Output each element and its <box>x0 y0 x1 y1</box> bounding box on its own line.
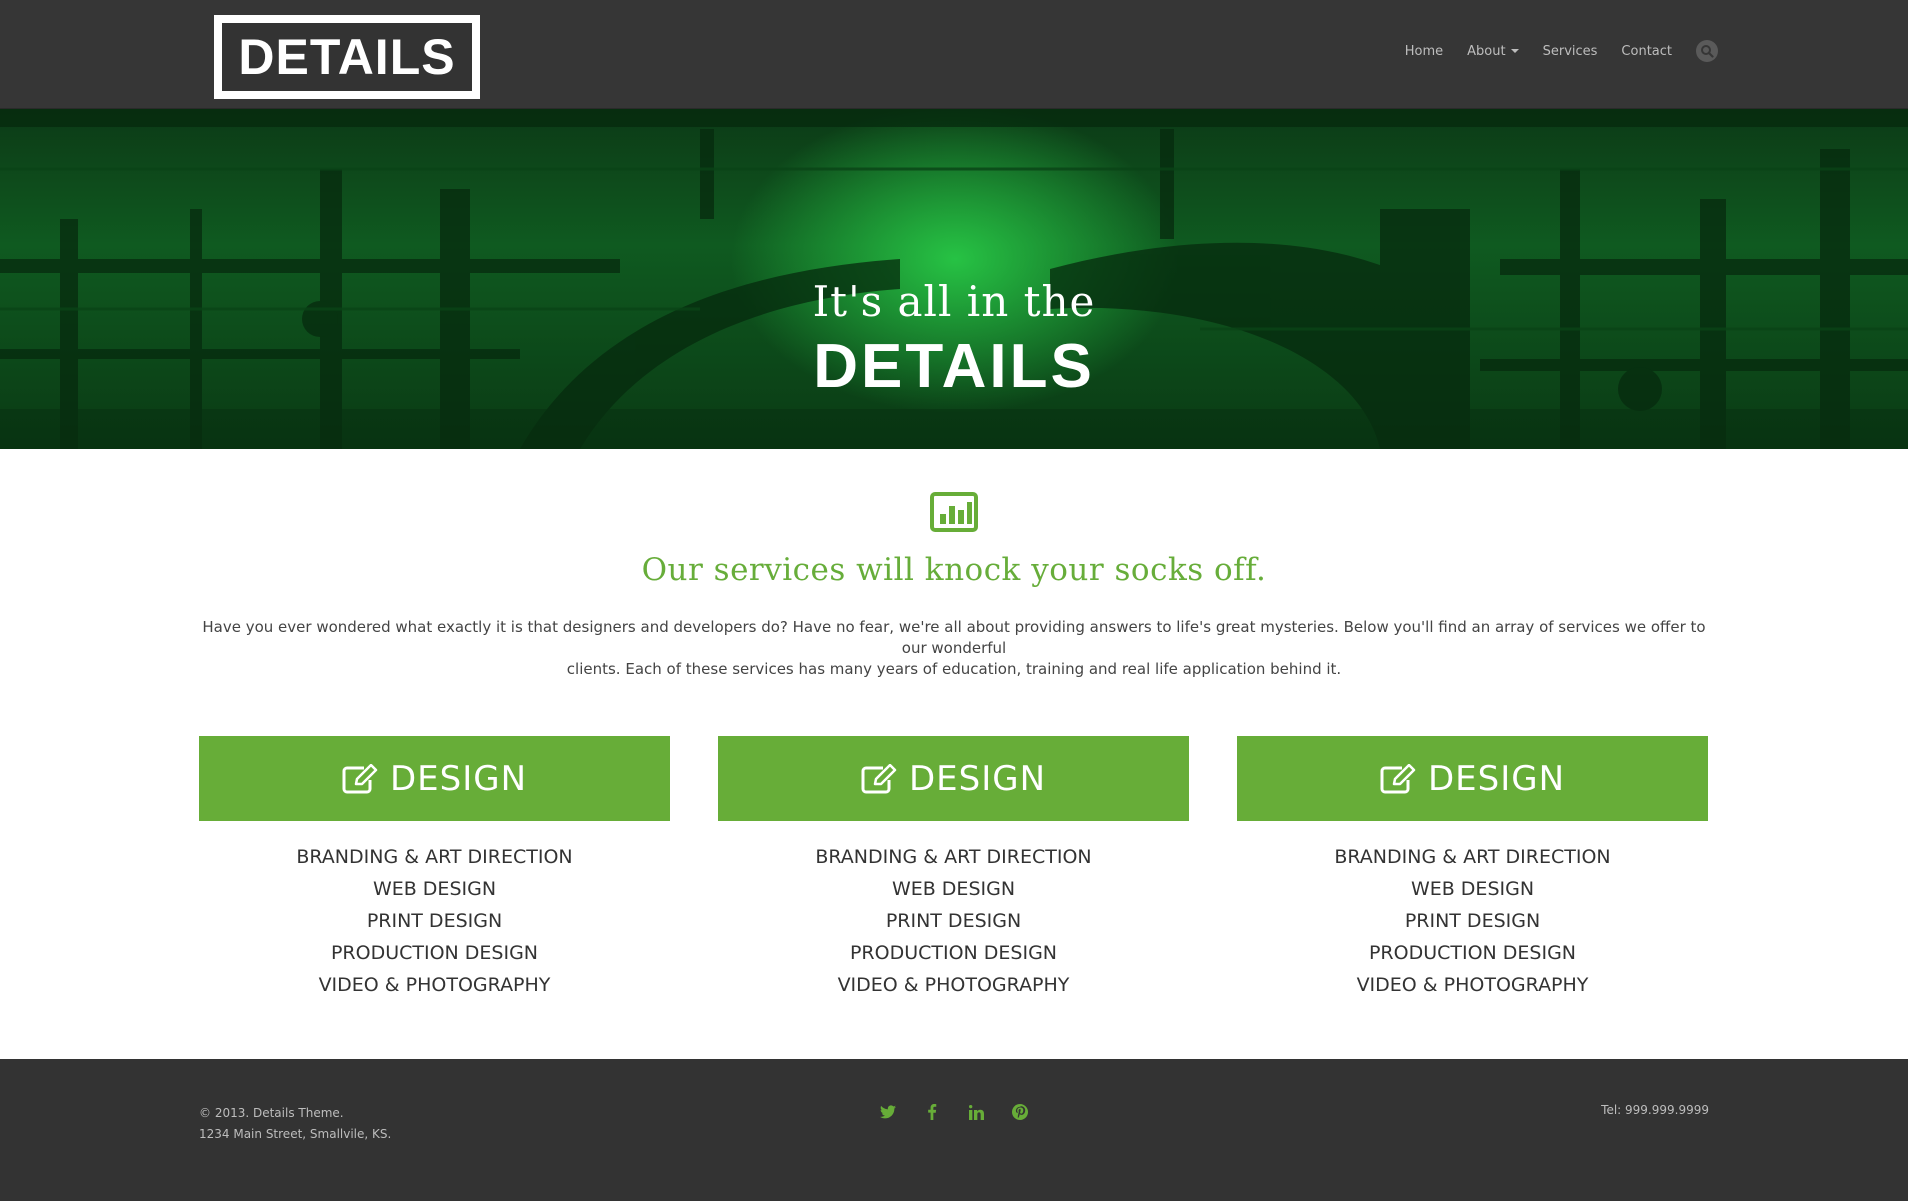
list-item: WEB DESIGN <box>372 878 497 900</box>
bar-chart-icon <box>930 492 978 532</box>
service-list-3: BRANDING & ART DIRECTION WEB DESIGN PRIN… <box>1237 841 1708 1001</box>
edit-icon <box>861 763 897 793</box>
services-section: Our services will knock your socks off. … <box>0 449 1908 1059</box>
nav-about[interactable]: About <box>1467 43 1519 59</box>
list-item: VIDEO & PHOTOGRAPHY <box>318 974 551 996</box>
navbar: DETAILS Home About Services Contact <box>0 0 1908 109</box>
site-footer: © 2013. Details Theme. 1234 Main Street,… <box>0 1059 1908 1201</box>
list-item: BRANDING & ART DIRECTION <box>1334 846 1611 868</box>
footer-address: 1234 Main Street, Smallvile, KS. <box>199 1127 392 1141</box>
list-item: BRANDING & ART DIRECTION <box>815 846 1092 868</box>
service-header-2[interactable]: DESIGN <box>718 736 1189 821</box>
main-nav: Home About Services Contact <box>1405 40 1718 62</box>
service-list-2: BRANDING & ART DIRECTION WEB DESIGN PRIN… <box>718 841 1189 1001</box>
footer-phone: Tel: 999.999.9999 <box>1601 1103 1709 1117</box>
nav-home[interactable]: Home <box>1405 44 1443 59</box>
twitter-icon <box>880 1105 896 1119</box>
services-heading: Our services will knock your socks off. <box>641 552 1267 588</box>
service-title-2: DESIGN <box>908 758 1047 799</box>
nav-about-label: About <box>1467 43 1506 59</box>
service-title-1: DESIGN <box>389 758 528 799</box>
list-item: PRINT DESIGN <box>1404 910 1541 932</box>
nav-home-label: Home <box>1404 43 1444 59</box>
service-column-3: DESIGN BRANDING & ART DIRECTION WEB DESI… <box>1237 736 1708 1001</box>
search-button[interactable] <box>1696 40 1718 62</box>
hero-title: DETAILS <box>813 332 1095 401</box>
service-list-1: BRANDING & ART DIRECTION WEB DESIGN PRIN… <box>199 841 670 1001</box>
service-header-3[interactable]: DESIGN <box>1237 736 1708 821</box>
edit-icon <box>1380 763 1416 793</box>
service-title-3: DESIGN <box>1427 758 1566 799</box>
list-item: PRODUCTION DESIGN <box>330 942 539 964</box>
service-column-1: DESIGN BRANDING & ART DIRECTION WEB DESI… <box>199 736 670 1001</box>
hero-banner: It's all in the DETAILS <box>0 109 1908 449</box>
linkedin-icon <box>968 1104 984 1120</box>
nav-services[interactable]: Services <box>1543 44 1598 59</box>
intro-line-1: Have you ever wondered what exactly it i… <box>202 618 1706 657</box>
facebook-icon <box>928 1104 937 1120</box>
list-item: WEB DESIGN <box>891 878 1016 900</box>
list-item: PRINT DESIGN <box>885 910 1022 932</box>
nav-contact[interactable]: Contact <box>1621 44 1672 59</box>
service-column-2: DESIGN BRANDING & ART DIRECTION WEB DESI… <box>718 736 1189 1001</box>
list-item: BRANDING & ART DIRECTION <box>296 846 573 868</box>
search-icon <box>1701 45 1714 58</box>
footer-info: © 2013. Details Theme. 1234 Main Street,… <box>199 1103 391 1145</box>
logo-inner: DETAILS <box>222 23 472 91</box>
hero-tagline: It's all in the <box>812 277 1096 326</box>
logo-text: DETAILS <box>238 29 456 85</box>
footer-copyright: © 2013. Details Theme. <box>199 1106 344 1120</box>
intro-line-2: clients. Each of these services has many… <box>566 660 1342 678</box>
nav-services-label: Services <box>1542 43 1598 59</box>
list-item: PRINT DESIGN <box>366 910 503 932</box>
twitter-link[interactable] <box>878 1102 898 1122</box>
list-item: PRODUCTION DESIGN <box>849 942 1058 964</box>
linkedin-link[interactable] <box>966 1102 986 1122</box>
social-links <box>878 1102 1030 1122</box>
list-item: WEB DESIGN <box>1410 878 1535 900</box>
list-item: PRODUCTION DESIGN <box>1368 942 1577 964</box>
edit-icon <box>342 763 378 793</box>
service-header-1[interactable]: DESIGN <box>199 736 670 821</box>
nav-contact-label: Contact <box>1621 43 1672 59</box>
list-item: VIDEO & PHOTOGRAPHY <box>837 974 1070 996</box>
services-intro: Have you ever wondered what exactly it i… <box>200 617 1708 680</box>
list-item: VIDEO & PHOTOGRAPHY <box>1356 974 1589 996</box>
facebook-link[interactable] <box>922 1102 942 1122</box>
pinterest-link[interactable] <box>1010 1102 1030 1122</box>
pinterest-icon <box>1012 1104 1028 1120</box>
site-logo[interactable]: DETAILS <box>214 15 480 99</box>
caret-down-icon <box>1510 49 1519 53</box>
